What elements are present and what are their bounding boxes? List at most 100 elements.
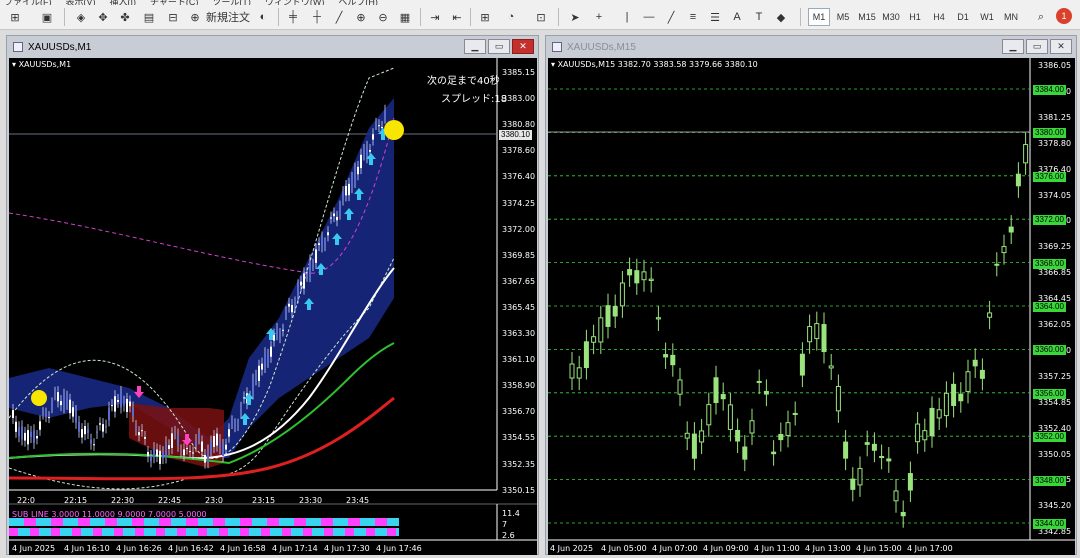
candle-body (72, 407, 74, 417)
search-icon[interactable]: ⌕ (1032, 8, 1050, 26)
candle-body (123, 401, 125, 406)
sub-bar (111, 528, 114, 536)
timeframe-m30[interactable]: M30 (880, 8, 902, 26)
timeframe-h1[interactable]: H1 (904, 8, 926, 26)
sub-bar (9, 528, 12, 536)
menu-item[interactable]: 表示(V) (66, 0, 96, 5)
market-watch-icon[interactable]: ◈ (72, 8, 90, 26)
indicators-icon[interactable]: ⊞ (476, 8, 494, 26)
candle-body (900, 511, 906, 517)
price-tick: 3378.60 (502, 146, 536, 156)
timeframe-h4[interactable]: H4 (928, 8, 950, 26)
candle-body (814, 323, 820, 340)
window-titlebar[interactable]: XAUUSDs,M1 (7, 36, 538, 58)
window-titlebar[interactable]: XAUUSDs,M15 (546, 36, 1076, 58)
horizontal-line-icon[interactable]: — (640, 8, 658, 26)
text-icon[interactable]: A (728, 8, 746, 26)
timeframe-w1[interactable]: W1 (976, 8, 998, 26)
periods-icon[interactable]: ◔ (502, 8, 520, 26)
tile-windows-icon[interactable]: ▦ (396, 8, 414, 26)
zoom-in-icon[interactable]: ⊕ (352, 8, 370, 26)
sub-bar (378, 528, 381, 536)
autotrading-icon[interactable]: ◐ (254, 8, 272, 26)
new-order-icon[interactable]: ⊕ (186, 8, 204, 26)
candle-body (204, 454, 206, 463)
candle-body (1015, 173, 1021, 187)
maximize-button[interactable]: ▭ (488, 39, 510, 54)
notification-icon[interactable]: 1 (1056, 8, 1072, 24)
candle-body (216, 433, 218, 446)
menu-item[interactable]: ファイル(F) (4, 0, 52, 5)
line-chart-icon[interactable]: ╱ (330, 8, 348, 26)
sub-bar (60, 518, 63, 526)
trendline-icon[interactable]: ╱ (662, 8, 680, 26)
minimize-button[interactable]: ▁ (1002, 39, 1024, 54)
candlestick-icon[interactable]: ┼ (308, 8, 326, 26)
auto-scroll-icon[interactable]: ⇥ (426, 8, 444, 26)
sub-bar (315, 528, 318, 536)
candle-body (720, 394, 726, 400)
sub-bar (57, 518, 60, 526)
time-tick: 4 Jun 17:30 (324, 544, 370, 553)
candle-body (264, 353, 266, 368)
sub-bar (72, 518, 75, 526)
sub-bar (348, 528, 351, 536)
sub-bar (396, 528, 399, 536)
chart-shift-icon[interactable]: ⇤ (448, 8, 466, 26)
timeframe-m15[interactable]: M15 (856, 8, 878, 26)
candle-body (252, 379, 254, 394)
minimize-button[interactable]: ▁ (464, 39, 486, 54)
profiles-icon[interactable]: ▣ (38, 8, 56, 26)
candle-body (634, 270, 640, 284)
sub-bar (72, 528, 75, 536)
crosshair-icon[interactable]: + (590, 8, 608, 26)
terminal-icon[interactable]: ▤ (140, 8, 158, 26)
sub-bar (75, 518, 78, 526)
maximize-button[interactable]: ▭ (1026, 39, 1048, 54)
sub-bar (393, 518, 396, 526)
sub-bar (300, 528, 303, 536)
candle-body (153, 448, 155, 458)
timeframe-m5[interactable]: M5 (832, 8, 854, 26)
candle-body (111, 405, 113, 407)
candle-body (828, 365, 834, 369)
sub-bar (36, 528, 39, 536)
new-chart-icon[interactable]: ⊞ (6, 8, 24, 26)
menu-item[interactable]: 挿入(I) (110, 0, 137, 5)
candle-body (835, 385, 841, 412)
chart-canvas-m15[interactable]: ▾ XAUUSDs,M15 3382.70 3383.58 3379.66 33… (548, 58, 1075, 555)
text-label-icon[interactable]: T (750, 8, 768, 26)
menu-item[interactable]: ウィンドウ(W) (265, 0, 325, 5)
strategy-tester-icon[interactable]: ⊟ (164, 8, 182, 26)
time-tick: 4 Jun 17:14 (272, 544, 318, 553)
fibonacci-icon[interactable]: ☰ (706, 8, 724, 26)
sub-bar (264, 518, 267, 526)
chart-window-m15[interactable]: XAUUSDs,M15 ▁ ▭ ✕ ▾ XAUUSDs,M15 3382.70 … (545, 35, 1077, 555)
zoom-out-icon[interactable]: ⊖ (374, 8, 392, 26)
close-button[interactable]: ✕ (1050, 39, 1072, 54)
new-order-button[interactable]: 新規注文 (206, 8, 250, 26)
symbol-label: ▾ XAUUSDs,M15 3382.70 3383.58 3379.66 33… (551, 60, 758, 69)
sub-tick: 7 (502, 520, 508, 529)
chart-window-m1[interactable]: XAUUSDs,M1 ▁ ▭ ✕ ▾ XAUUSDs,M1 次の足まで40秒 ス… (6, 35, 539, 555)
candle-body (297, 285, 299, 298)
navigator-icon[interactable]: ✤ (116, 8, 134, 26)
sub-bar (312, 518, 315, 526)
sub-bar (138, 528, 141, 536)
arrows-icon[interactable]: ◆ (772, 8, 790, 26)
data-window-icon[interactable]: ✥ (94, 8, 112, 26)
countdown-text: 次の足まで40秒 (427, 76, 500, 87)
bar-chart-icon[interactable]: ╪ (284, 8, 302, 26)
timeframe-d1[interactable]: D1 (952, 8, 974, 26)
menu-item[interactable]: チャート(C) (150, 0, 198, 5)
close-button[interactable]: ✕ (512, 39, 534, 54)
menu-item[interactable]: ツール(T) (212, 0, 251, 5)
equidistant-channel-icon[interactable]: ≡ (684, 8, 702, 26)
timeframe-m1[interactable]: M1 (808, 8, 830, 26)
templates-icon[interactable]: ⊡ (532, 8, 550, 26)
cursor-icon[interactable]: ➤ (566, 8, 584, 26)
vertical-line-icon[interactable]: | (618, 8, 636, 26)
chart-canvas-m1[interactable]: ▾ XAUUSDs,M1 次の足まで40秒 スプレッド:18 3385.15 33… (9, 58, 537, 555)
timeframe-mn[interactable]: MN (1000, 8, 1022, 26)
menu-item[interactable]: ヘルプ(H) (338, 0, 378, 5)
